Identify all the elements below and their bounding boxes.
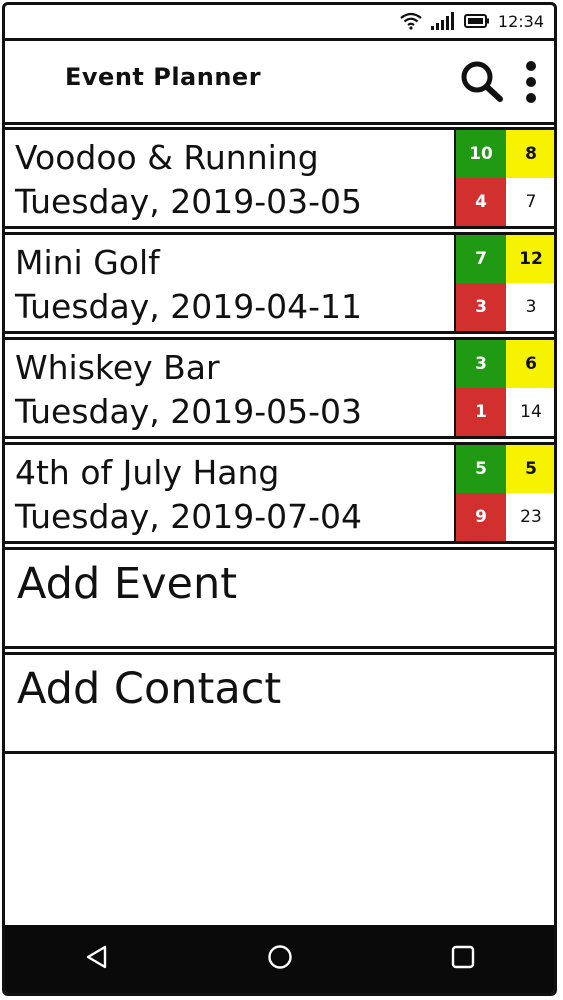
add-contact-button[interactable]: Add Contact	[5, 652, 554, 754]
phone-frame: 12:34 Event Planner Voodoo & Running Tue…	[2, 2, 557, 996]
home-icon	[266, 943, 294, 975]
recents-button[interactable]	[433, 934, 493, 984]
event-row[interactable]: Voodoo & Running Tuesday, 2019-03-05 10 …	[5, 127, 554, 229]
event-row[interactable]: Whiskey Bar Tuesday, 2019-05-03 3 6 1 14	[5, 337, 554, 439]
count-white: 23	[506, 493, 554, 541]
event-list: Voodoo & Running Tuesday, 2019-03-05 10 …	[5, 127, 554, 757]
event-row[interactable]: 4th of July Hang Tuesday, 2019-07-04 5 5…	[5, 442, 554, 544]
app-actions	[458, 59, 538, 109]
battery-icon	[463, 13, 490, 29]
app-bar: Event Planner	[5, 41, 554, 125]
event-text: Mini Golf Tuesday, 2019-04-11	[5, 235, 454, 331]
wifi-icon	[400, 12, 422, 30]
event-counts: 10 8 4 7	[454, 130, 554, 226]
back-icon	[84, 944, 110, 974]
overflow-menu-icon[interactable]	[524, 59, 538, 109]
event-date: Tuesday, 2019-07-04	[15, 497, 363, 536]
status-icons: 12:34	[400, 11, 544, 31]
count-green: 5	[456, 445, 506, 493]
back-button[interactable]	[67, 934, 127, 984]
count-green: 3	[456, 340, 506, 388]
event-text: Voodoo & Running Tuesday, 2019-03-05	[5, 130, 454, 226]
event-row[interactable]: Mini Golf Tuesday, 2019-04-11 7 12 3 3	[5, 232, 554, 334]
search-icon[interactable]	[458, 59, 506, 109]
count-yellow: 6	[506, 340, 554, 388]
event-counts: 7 12 3 3	[454, 235, 554, 331]
app-title: Event Planner	[65, 63, 262, 91]
count-red: 4	[456, 178, 506, 226]
count-white: 14	[506, 388, 554, 436]
event-date: Tuesday, 2019-05-03	[15, 392, 363, 431]
count-yellow: 12	[506, 235, 554, 283]
status-bar: 12:34	[5, 5, 554, 41]
count-yellow: 5	[506, 445, 554, 493]
recents-icon	[450, 944, 476, 974]
count-green: 7	[456, 235, 506, 283]
count-green: 10	[456, 130, 506, 178]
event-counts: 3 6 1 14	[454, 340, 554, 436]
event-name: 4th of July Hang	[15, 453, 280, 492]
event-name: Voodoo & Running	[15, 138, 319, 177]
count-red: 3	[456, 283, 506, 331]
signal-icon	[430, 11, 456, 31]
event-name: Whiskey Bar	[15, 348, 220, 387]
event-counts: 5 5 9 23	[454, 445, 554, 541]
count-red: 9	[456, 493, 506, 541]
count-red: 1	[456, 388, 506, 436]
add-event-button[interactable]: Add Event	[5, 547, 554, 649]
event-date: Tuesday, 2019-04-11	[15, 287, 363, 326]
event-date: Tuesday, 2019-03-05	[15, 182, 363, 221]
event-name: Mini Golf	[15, 243, 160, 282]
event-text: Whiskey Bar Tuesday, 2019-05-03	[5, 340, 454, 436]
event-text: 4th of July Hang Tuesday, 2019-07-04	[5, 445, 454, 541]
count-white: 7	[506, 178, 554, 226]
count-yellow: 8	[506, 130, 554, 178]
home-button[interactable]	[250, 934, 310, 984]
status-time: 12:34	[497, 11, 544, 31]
count-white: 3	[506, 283, 554, 331]
nav-bar	[5, 925, 554, 993]
